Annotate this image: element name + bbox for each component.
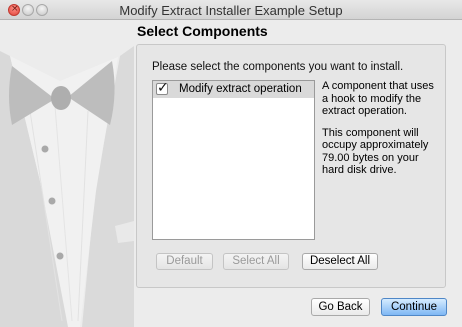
description-text: A component that uses a hook to modify t… [322,80,434,117]
continue-button[interactable]: Continue [381,298,447,316]
components-list[interactable]: ✓ Modify extract operation [152,80,315,240]
instruction-text: Please select the components you want to… [152,61,404,73]
title-bar[interactable]: × Modify Extract Installer Example Setup [0,0,462,20]
component-label: Modify extract operation [179,83,302,95]
deselect-all-button[interactable]: Deselect All [302,253,378,270]
default-button[interactable]: Default [156,253,213,270]
tuxedo-artwork [0,21,134,327]
installer-window: × Modify Extract Installer Example Setup [0,0,462,327]
components-panel: Please select the components you want to… [136,44,446,288]
tuxedo-icon [0,21,134,327]
page-title: Select Components [137,23,268,39]
window-title: Modify Extract Installer Example Setup [119,3,343,18]
list-item[interactable]: ✓ Modify extract operation [153,80,314,98]
select-all-button[interactable]: Select All [223,253,289,270]
size-text: This component will occupy approximately… [322,126,429,177]
checkmark-icon: ✓ [157,80,169,96]
component-checkbox[interactable]: ✓ [156,80,169,96]
component-description: A component that uses a hook to modify t… [322,80,440,177]
go-back-button[interactable]: Go Back [311,298,370,316]
